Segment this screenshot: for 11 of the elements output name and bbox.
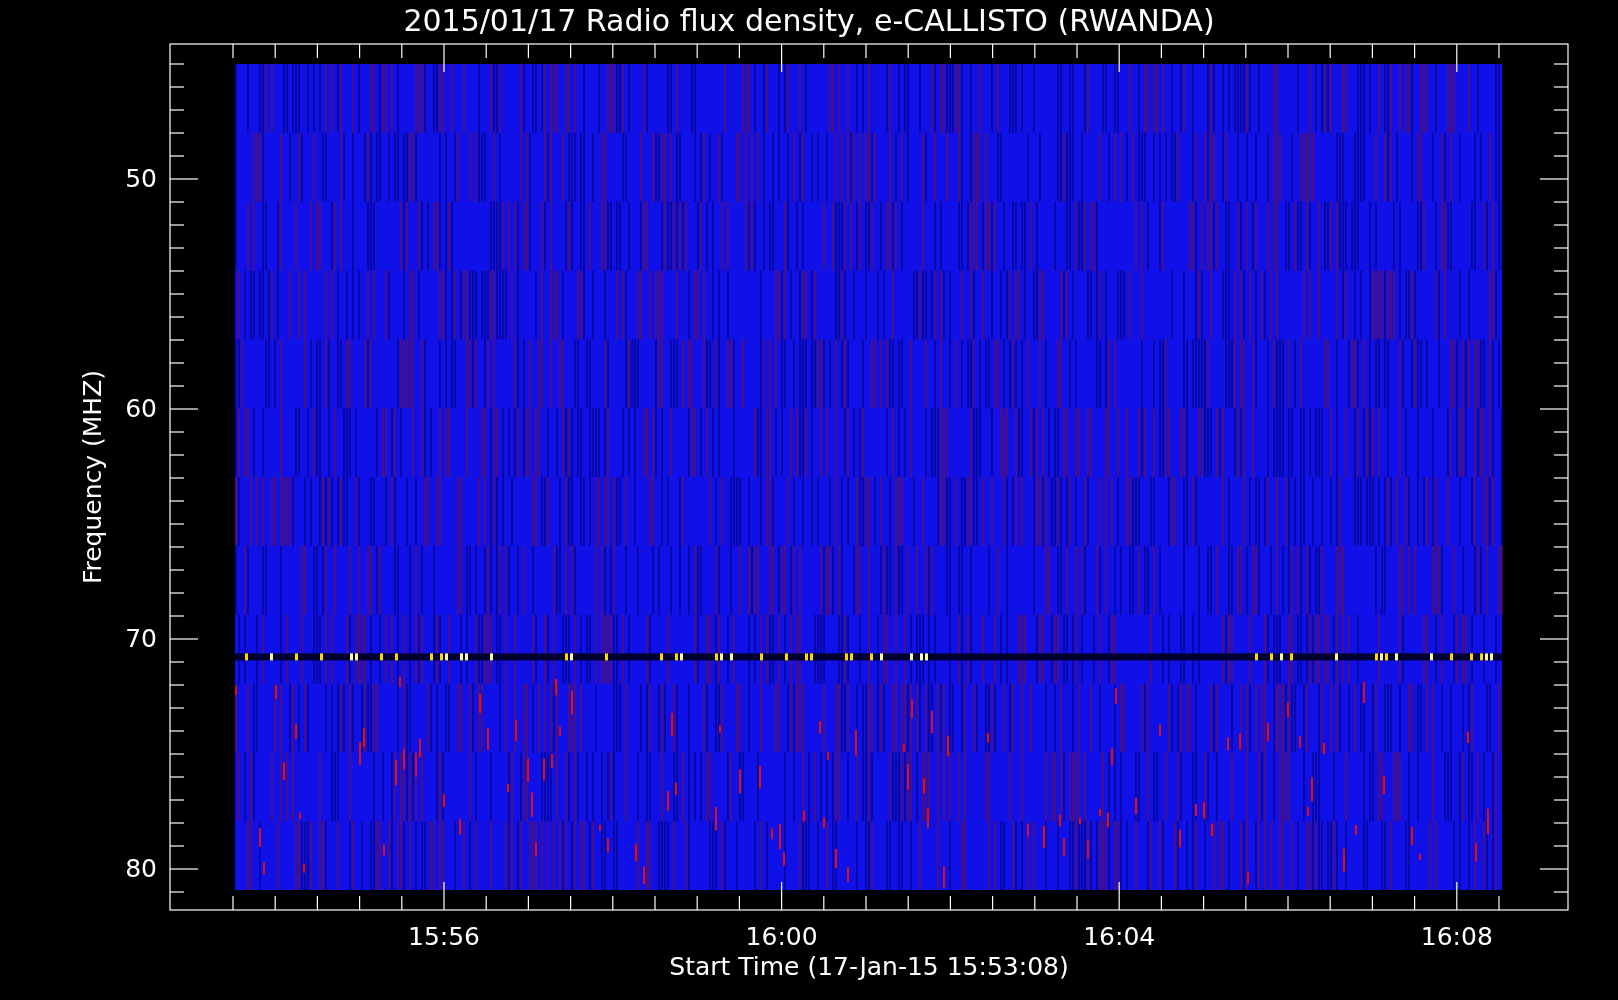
y-tick-label: 80 [125, 856, 157, 881]
x-tick-label: 16:04 [1083, 924, 1156, 949]
x-tick-label: 15:56 [408, 924, 480, 949]
y-tick-label: 60 [125, 396, 157, 421]
x-tick-label: 16:08 [1420, 924, 1493, 949]
y-tick-label: 50 [125, 166, 157, 191]
y-tick-label: 70 [125, 626, 157, 651]
x-axis-label: Start Time (17-Jan-15 15:53:08) [669, 954, 1069, 979]
x-tick-label: 16:00 [745, 924, 818, 949]
chart-title: 2015/01/17 Radio flux density, e-CALLISTO (RWANDA) [403, 6, 1215, 36]
y-axis-label: Frequency (MHZ) [79, 369, 105, 585]
